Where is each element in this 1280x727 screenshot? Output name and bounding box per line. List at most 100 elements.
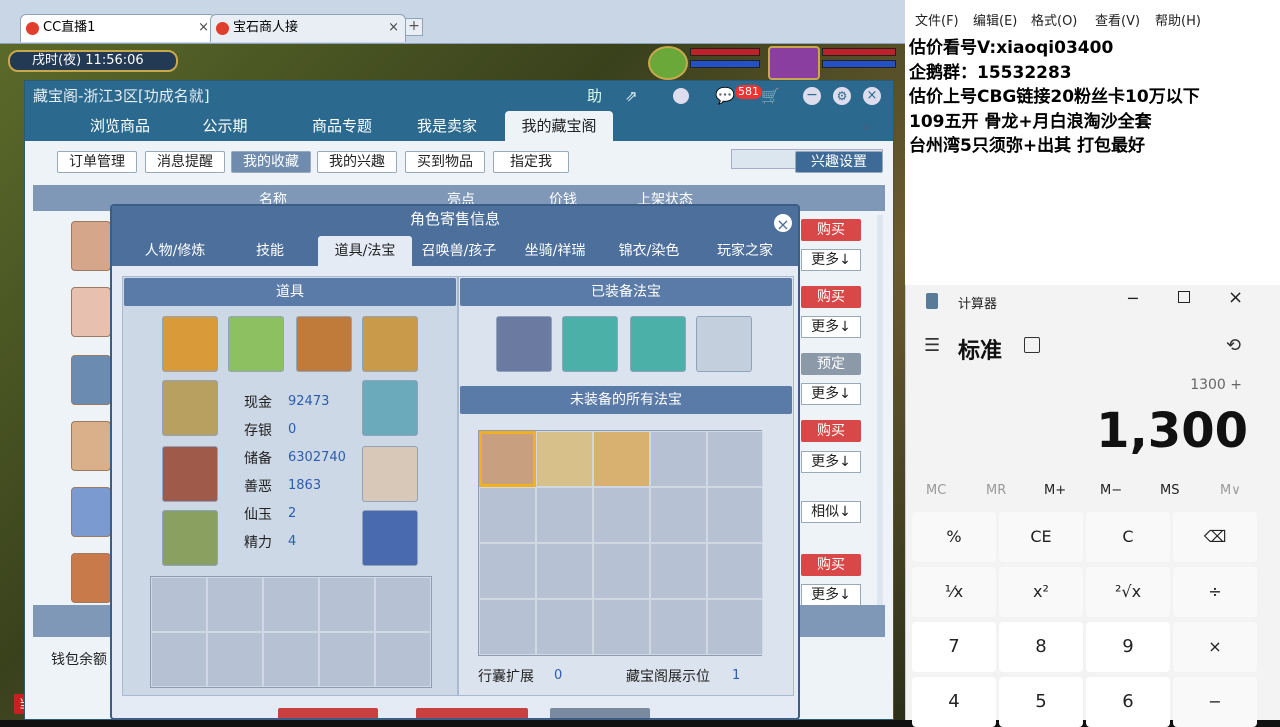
treasure-slot[interactable] (562, 316, 618, 372)
character-avatar[interactable] (71, 553, 111, 603)
tab-items-treasures[interactable]: 道具/法宝 (318, 236, 412, 266)
nav-seller[interactable]: 我是卖家 (397, 111, 497, 141)
row-buy-button[interactable]: 购买 (801, 286, 861, 308)
treasure-cell[interactable] (536, 599, 593, 655)
treasure-cell[interactable] (536, 431, 593, 487)
treasure-cell[interactable] (650, 487, 707, 543)
note-line[interactable]: 台州湾5只须弥+出其 打包最好 (909, 131, 1145, 156)
dialog-action-button[interactable] (416, 708, 528, 718)
memory-store-button[interactable]: MS (1160, 483, 1179, 498)
my-favorites-button[interactable]: 我的收藏 (231, 151, 311, 173)
square-button[interactable]: x² (999, 567, 1083, 617)
new-tab-button[interactable]: + (405, 18, 423, 36)
digit-8-button[interactable]: 8 (999, 622, 1083, 672)
inventory-cell[interactable] (319, 577, 375, 632)
inventory-cell[interactable] (263, 577, 319, 632)
inventory-cell[interactable] (319, 632, 375, 687)
tab-character[interactable]: 人物/修炼 (126, 236, 224, 266)
interest-settings-button[interactable]: 兴趣设置 (795, 151, 883, 173)
treasure-cell[interactable] (536, 543, 593, 599)
inventory-cell[interactable] (375, 632, 431, 687)
item-slot[interactable] (228, 316, 284, 372)
row-buy-button[interactable]: 购买 (801, 554, 861, 576)
message-reminder-button[interactable]: 消息提醒 (145, 151, 225, 173)
treasure-slot[interactable] (630, 316, 686, 372)
my-interests-button[interactable]: 我的兴趣 (317, 151, 397, 173)
memory-list-button[interactable]: M∨ (1220, 483, 1241, 498)
equipment-slot[interactable] (362, 510, 418, 566)
menu-file[interactable]: 文件(F) (915, 10, 959, 29)
order-management-button[interactable]: 订单管理 (57, 151, 137, 173)
note-line[interactable]: 109五开 骨龙+月白浪淘沙全套 (909, 107, 1152, 132)
equipment-slot[interactable] (362, 380, 418, 436)
memory-clear-button[interactable]: MC (926, 483, 946, 498)
character-avatar[interactable] (71, 221, 111, 271)
cart-icon[interactable]: 🛒 (761, 81, 780, 111)
equipment-slot[interactable] (362, 446, 418, 502)
treasure-cell[interactable] (479, 599, 536, 655)
settings-gear-icon[interactable]: ⚙ (833, 87, 851, 105)
tab-outfits[interactable]: 锦衣/染色 (602, 236, 696, 266)
dialog-action-button[interactable] (278, 708, 378, 718)
character-avatar[interactable] (71, 487, 111, 537)
close-icon[interactable]: × (198, 15, 209, 41)
treasure-cell[interactable] (707, 487, 763, 543)
memory-recall-button[interactable]: MR (986, 483, 1006, 498)
item-slot[interactable] (162, 316, 218, 372)
character-avatar[interactable] (71, 421, 111, 471)
treasure-slot[interactable] (496, 316, 552, 372)
browser-tab-cc-live[interactable]: CC直播1 × (20, 14, 216, 42)
row-more-button[interactable]: 更多↓ (801, 451, 861, 473)
treasure-cell[interactable] (479, 487, 536, 543)
menu-edit[interactable]: 编辑(E) (973, 10, 1017, 29)
treasure-slot[interactable] (696, 316, 752, 372)
menu-help[interactable]: 帮助(H) (1155, 10, 1201, 29)
close-icon[interactable]: × (388, 15, 399, 41)
treasure-cell[interactable] (707, 543, 763, 599)
player-avatar[interactable] (768, 46, 820, 80)
inventory-cell[interactable] (151, 632, 207, 687)
menu-format[interactable]: 格式(O) (1031, 10, 1077, 29)
tab-pets[interactable]: 召唤兽/孩子 (412, 236, 506, 266)
list-scrollbar[interactable] (877, 215, 883, 605)
keep-on-top-icon[interactable] (1024, 337, 1040, 353)
backspace-button[interactable]: ⌫ (1173, 512, 1257, 562)
treasure-cell[interactable] (650, 431, 707, 487)
hamburger-menu-icon[interactable]: ☰ (924, 335, 940, 356)
dialog-close-icon[interactable]: × (772, 212, 794, 234)
message-icon[interactable]: 💬 (715, 81, 735, 111)
multiply-button[interactable]: × (1173, 622, 1257, 672)
inventory-cell[interactable] (151, 577, 207, 632)
equipment-slot[interactable] (162, 446, 218, 502)
treasure-cell[interactable] (650, 543, 707, 599)
inventory-cell[interactable] (263, 632, 319, 687)
note-line[interactable]: 估价看号V:xiaoqi03400 (909, 33, 1113, 58)
clear-entry-button[interactable]: CE (999, 512, 1083, 562)
browser-tab-gem-merchant[interactable]: 宝石商人接 × (210, 14, 406, 42)
record-icon[interactable] (673, 88, 689, 104)
character-avatar[interactable] (71, 287, 111, 337)
nav-public[interactable]: 公示期 (175, 111, 275, 141)
treasure-cell[interactable] (650, 599, 707, 655)
designated-me-button[interactable]: 指定我 (493, 151, 569, 173)
treasure-cell-selected[interactable] (479, 431, 536, 487)
treasure-cell[interactable] (707, 599, 763, 655)
item-slot[interactable] (362, 316, 418, 372)
pet-avatar[interactable] (648, 46, 688, 80)
menu-view[interactable]: 查看(V) (1095, 10, 1140, 29)
note-line[interactable]: 企鹅群：15532283 (909, 58, 1072, 83)
tab-player-home[interactable]: 玩家之家 (696, 236, 794, 266)
nav-my-cbg[interactable]: 我的藏宝阁 (505, 111, 613, 141)
item-slot[interactable] (296, 316, 352, 372)
maximize-icon[interactable] (1178, 291, 1190, 303)
nav-topics[interactable]: 商品专题 (287, 111, 397, 141)
memory-subtract-button[interactable]: M− (1100, 483, 1122, 498)
reciprocal-button[interactable]: ¹⁄x (912, 567, 996, 617)
inventory-cell[interactable] (207, 632, 263, 687)
memory-add-button[interactable]: M+ (1044, 483, 1066, 498)
treasure-cell[interactable] (593, 599, 650, 655)
treasure-cell[interactable] (593, 543, 650, 599)
digit-7-button[interactable]: 7 (912, 622, 996, 672)
treasure-cell[interactable] (593, 487, 650, 543)
row-more-button[interactable]: 更多↓ (801, 316, 861, 338)
